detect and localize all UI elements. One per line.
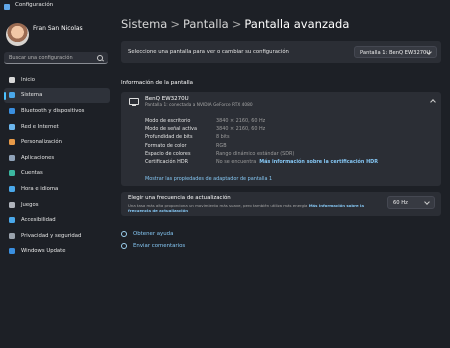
select-display-prompt: Seleccione una pantalla para ver o cambi… <box>128 49 289 55</box>
display-select-dropdown[interactable]: Pantalla 1: BenQ EW3270U <box>354 46 437 58</box>
sidebar: Fran San Nicolas Buscar una configuració… <box>0 14 116 348</box>
search-placeholder: Buscar una configuración <box>9 54 73 61</box>
display-info-card: BenQ EW3270U Pantalla 1: conectada a NVI… <box>121 92 441 186</box>
search-icon[interactable] <box>97 55 103 61</box>
window-title: Configuración <box>15 2 54 8</box>
shield-icon <box>9 232 15 239</box>
display-info-row: Modo de escritorio 3840 × 2160, 60 Hz <box>145 118 378 126</box>
hdr-info-link[interactable]: Más información sobre la certificación H… <box>259 159 378 167</box>
info-label: Modo de escritorio <box>145 118 191 124</box>
title-bar: Configuración <box>0 0 450 14</box>
send-feedback-link[interactable]: Enviar comentarios <box>121 243 185 249</box>
info-value: 3840 × 2160, 60 Hz <box>216 126 266 133</box>
display-subtitle: Pantalla 1: conectada a NVIDIA GeForce R… <box>145 103 253 108</box>
display-info-row: Certificación HDR No se encuentra Más info… <box>145 159 378 167</box>
send-feedback-label: Enviar comentarios <box>133 243 186 249</box>
info-value: 3840 × 2160, 60 Hz <box>216 118 266 124</box>
help-icon <box>121 231 127 237</box>
adapter-properties-link[interactable]: Mostrar las propiedades de adaptador de … <box>145 176 272 182</box>
get-help-label: Obtener ayuda <box>133 231 174 237</box>
breadcrumb-pantalla[interactable]: Pantalla <box>183 17 229 31</box>
sidebar-item-label: Red e Internet <box>21 123 59 130</box>
sidebar-item-system[interactable]: Sistema <box>4 87 110 104</box>
bluetooth-icon <box>9 107 15 114</box>
select-display-card: Seleccione una pantalla para ver o cambi… <box>121 41 441 63</box>
sidebar-item-accessibility[interactable]: Accesibilidad <box>4 212 110 228</box>
accessibility-icon <box>9 217 15 224</box>
sidebar-item-label: Cuentas <box>21 170 43 177</box>
system-icon <box>9 92 15 99</box>
windows-update-icon <box>9 248 15 255</box>
gaming-icon <box>9 201 15 208</box>
user-name: Fran San Nicolas <box>33 25 83 32</box>
info-value: RGB <box>216 142 227 149</box>
sidebar-item-label: Windows Update <box>21 248 66 255</box>
refresh-rate-dropdown[interactable]: 60 Hz <box>387 196 435 209</box>
sidebar-item-apps[interactable]: Aplicaciones <box>4 150 110 166</box>
get-help-link[interactable]: Obtener ayuda <box>121 231 173 237</box>
sidebar-item-label: Hora e idioma <box>21 185 59 192</box>
breadcrumb-separator: > <box>170 17 180 31</box>
sidebar-item-label: Privacidad y seguridad <box>21 232 82 239</box>
info-value: 8 bits <box>216 134 230 141</box>
avatar[interactable] <box>6 23 29 46</box>
sidebar-item-label: Personalización <box>21 139 62 146</box>
sidebar-item-network[interactable]: Red e Internet <box>4 119 110 135</box>
refresh-rate-value: 60 Hz <box>393 200 408 206</box>
apps-icon <box>9 154 15 161</box>
display-info-heading: Información de la pantalla <box>121 80 194 86</box>
network-icon <box>9 123 15 130</box>
refresh-rate-description: Una tasa más alta proporciona un movimie… <box>128 203 368 213</box>
sidebar-item-time-language[interactable]: Hora e idioma <box>4 181 110 197</box>
sidebar-item-label: Sistema <box>21 92 43 99</box>
sidebar-item-label: Inicio <box>21 76 36 83</box>
info-label: Modo de señal activa <box>145 126 197 133</box>
info-value: No se encuentra <box>216 158 257 165</box>
accounts-icon <box>9 170 15 177</box>
info-label: Certificación HDR <box>145 158 189 165</box>
brush-icon <box>9 139 15 146</box>
display-info-row: Modo de señal activa 3840 × 2160, 60 Hz <box>145 126 378 134</box>
sidebar-item-label: Juegos <box>21 201 39 208</box>
search-input[interactable]: Buscar una configuración <box>4 52 108 64</box>
chevron-down-icon <box>424 199 430 205</box>
settings-app-icon <box>4 4 10 10</box>
home-icon <box>9 76 15 83</box>
display-name: BenQ EW3270U <box>145 96 189 102</box>
info-label: Espacio de colores <box>145 150 191 157</box>
sidebar-item-gaming[interactable]: Juegos <box>4 197 110 213</box>
sidebar-item-label: Accesibilidad <box>21 217 56 224</box>
monitor-icon <box>129 98 139 106</box>
breadcrumb-separator: > <box>231 17 242 31</box>
time-language-icon <box>9 185 15 192</box>
info-label: Profundidad de bits <box>145 134 193 141</box>
sidebar-item-windows-update[interactable]: Windows Update <box>4 244 110 260</box>
sidebar-item-bluetooth[interactable]: Bluetooth y dispositivos <box>4 103 110 119</box>
sidebar-item-accounts[interactable]: Cuentas <box>4 166 110 182</box>
sidebar-item-label: Aplicaciones <box>21 154 55 161</box>
sidebar-item-shield[interactable]: Privacidad y seguridad <box>4 228 110 244</box>
display-select-value: Pantalla 1: BenQ EW3270U <box>360 50 431 56</box>
breadcrumb: Sistema > Pantalla > Pantalla avanzada <box>121 17 349 31</box>
page-title: Pantalla avanzada <box>244 17 350 31</box>
refresh-rate-card: Elegir una frecuencia de actualización U… <box>121 192 441 216</box>
sidebar-item-brush[interactable]: Personalización <box>4 134 110 150</box>
refresh-rate-title: Elegir una frecuencia de actualización <box>128 195 231 201</box>
sidebar-item-home[interactable]: Inicio <box>4 72 110 88</box>
info-value: Rango dinámico estándar (SDR) <box>216 150 295 157</box>
breadcrumb-sistema[interactable]: Sistema <box>121 17 167 31</box>
feedback-icon <box>121 243 127 249</box>
sidebar-nav: Inicio Sistema Bluetooth y dispositivos Red… <box>4 72 110 259</box>
display-info-row: Formato de color RGB <box>145 143 378 151</box>
display-info-rows: Modo de escritorio 3840 × 2160, 60 Hz Modo… <box>145 118 378 167</box>
info-label: Formato de color <box>145 142 187 149</box>
display-info-row: Profundidad de bits 8 bits <box>145 134 378 142</box>
sidebar-item-label: Bluetooth y dispositivos <box>21 107 85 114</box>
display-info-row: Espacio de colores Rango dinámico estánda… <box>145 151 378 159</box>
chevron-up-icon[interactable] <box>430 99 436 105</box>
